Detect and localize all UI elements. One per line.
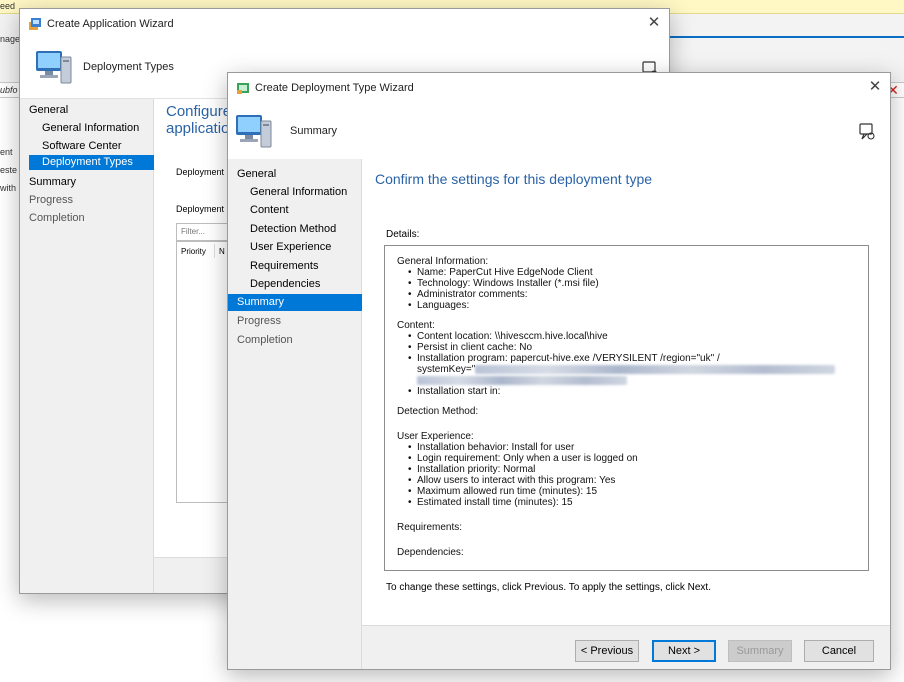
dt-wizard-header: Summary xyxy=(228,103,890,163)
nav-completion: Completion xyxy=(29,212,85,224)
summary-item: Administrator comments: xyxy=(397,289,868,300)
nav-dependencies[interactable]: Dependencies xyxy=(250,275,361,293)
address-text: ubfo xyxy=(0,85,18,95)
info-bar-text: eed xyxy=(0,1,16,11)
summary-general-title: General Information: xyxy=(397,256,489,267)
dt-wizard-titlebar[interactable]: Create Deployment Type Wizard ✕ xyxy=(228,73,890,103)
summary-item: Installation priority: Normal xyxy=(397,464,868,475)
summary-item: Content location: \\hivesccm.hive.local\… xyxy=(397,331,868,342)
app-wizard-heading-line2: applicatior xyxy=(166,120,235,137)
console-list-item: este xyxy=(0,165,18,175)
summary-item: Persist in client cache: No xyxy=(397,342,868,353)
redacted-key xyxy=(417,375,627,385)
page-heading: Confirm the settings for this deployment… xyxy=(375,171,653,187)
dt-wizard-nav: General General Information Content Dete… xyxy=(228,159,362,669)
summary-ux-title: User Experience: xyxy=(397,431,474,442)
dt-wizard-close-button[interactable]: ✕ xyxy=(860,73,890,103)
dt-wizard-content: Confirm the settings for this deployment… xyxy=(362,159,890,625)
computer-icon xyxy=(34,47,74,87)
summary-ux-section: User Experience: Installation behavior: … xyxy=(397,431,868,508)
summary-item: Estimated install time (minutes): 15 xyxy=(397,497,868,508)
dt-wizard-footer: < Previous Next > Summary Cancel xyxy=(362,625,890,669)
help-icon[interactable] xyxy=(858,122,878,142)
nav-content[interactable]: Content xyxy=(250,201,361,219)
column-divider xyxy=(214,244,215,258)
console-list-item: with xyxy=(0,183,17,193)
summary-detection-title: Detection Method: xyxy=(397,406,479,417)
create-deployment-type-wizard: Create Deployment Type Wizard ✕ Summary … xyxy=(227,72,891,670)
summary-content-section: Content: Content location: \\hivesccm.hi… xyxy=(397,320,868,397)
nav-progress: Progress xyxy=(29,194,74,206)
app-wizard-close-button[interactable]: ✕ xyxy=(639,9,669,39)
nav-requirements[interactable]: Requirements xyxy=(250,257,361,275)
summary-dependencies-title: Dependencies: xyxy=(397,547,464,558)
summary-item: Languages: xyxy=(397,300,868,311)
details-summary-box[interactable]: General Information: Name: PaperCut Hive… xyxy=(384,245,869,571)
system-key-line-2 xyxy=(397,375,868,386)
app-wizard-title: Create Application Wizard xyxy=(47,18,174,30)
column-name[interactable]: N xyxy=(219,247,225,256)
redacted-key xyxy=(475,364,836,374)
summary-general-section: General Information: Name: PaperCut Hive… xyxy=(397,256,868,311)
instruction-text: To change these settings, click Previous… xyxy=(386,582,711,593)
deployment-label: Deployment xyxy=(176,167,225,177)
nav-general[interactable]: General xyxy=(29,101,153,119)
nav-general[interactable]: General xyxy=(237,165,361,183)
nav-summary[interactable]: Summary xyxy=(29,173,153,191)
summary-requirements-section: Requirements: xyxy=(397,522,868,533)
nav-software-center[interactable]: Software Center xyxy=(42,137,153,155)
summary-button: Summary xyxy=(728,640,792,662)
console-list-item: ent xyxy=(0,147,13,157)
column-priority[interactable]: Priority xyxy=(181,247,206,256)
dt-wizard-header-title: Summary xyxy=(290,125,338,137)
deployment-types-label: Deployment xyxy=(176,204,225,214)
app-wizard-nav: General General Information Software Cen… xyxy=(20,99,154,593)
summary-item: Maximum allowed run time (minutes): 15 xyxy=(397,486,868,497)
details-label: Details: xyxy=(386,229,420,240)
ribbon-accent-line xyxy=(640,36,904,38)
nav-user-experience[interactable]: User Experience xyxy=(250,238,361,256)
dt-wizard-icon xyxy=(236,81,250,95)
nav-detection-method[interactable]: Detection Method xyxy=(250,220,361,238)
summary-item: Installation start in: xyxy=(397,386,868,397)
summary-item: Name: PaperCut Hive EdgeNode Client xyxy=(397,267,868,278)
summary-detection-section: Detection Method: xyxy=(397,406,868,417)
summary-content-title: Content: xyxy=(397,320,435,331)
system-key-line: systemKey=" xyxy=(397,364,868,375)
next-button[interactable]: Next > xyxy=(652,640,716,662)
summary-requirements-title: Requirements: xyxy=(397,522,463,533)
nav-deployment-types[interactable]: Deployment Types xyxy=(29,155,154,170)
previous-button[interactable]: < Previous xyxy=(575,640,639,662)
cancel-button[interactable]: Cancel xyxy=(804,640,874,662)
summary-item: Installation behavior: Install for user xyxy=(397,442,868,453)
system-key-prefix: systemKey=" xyxy=(417,364,476,375)
app-wizard-header-title: Deployment Types xyxy=(83,61,174,73)
nav-general-information[interactable]: General Information xyxy=(42,119,153,137)
nav-progress: Progress xyxy=(237,315,282,327)
summary-dependencies-section: Dependencies: xyxy=(397,547,868,558)
summary-item: Allow users to interact with this progra… xyxy=(397,475,868,486)
app-wizard-icon xyxy=(28,17,42,31)
app-wizard-heading-line1: Configure xyxy=(166,103,232,120)
summary-item: Login requirement: Only when a user is l… xyxy=(397,453,868,464)
dt-wizard-title: Create Deployment Type Wizard xyxy=(255,82,414,94)
summary-item: Technology: Windows Installer (*.msi fil… xyxy=(397,278,868,289)
app-wizard-titlebar[interactable]: Create Application Wizard ✕ xyxy=(20,9,669,39)
filter-placeholder: Filter... xyxy=(181,227,206,236)
nav-general-information[interactable]: General Information xyxy=(250,183,361,201)
ribbon-text: nage xyxy=(0,34,21,44)
computer-icon xyxy=(234,111,274,151)
summary-item: Installation program: papercut-hive.exe … xyxy=(397,353,868,364)
nav-summary[interactable]: Summary xyxy=(228,294,362,311)
nav-completion: Completion xyxy=(237,334,293,346)
